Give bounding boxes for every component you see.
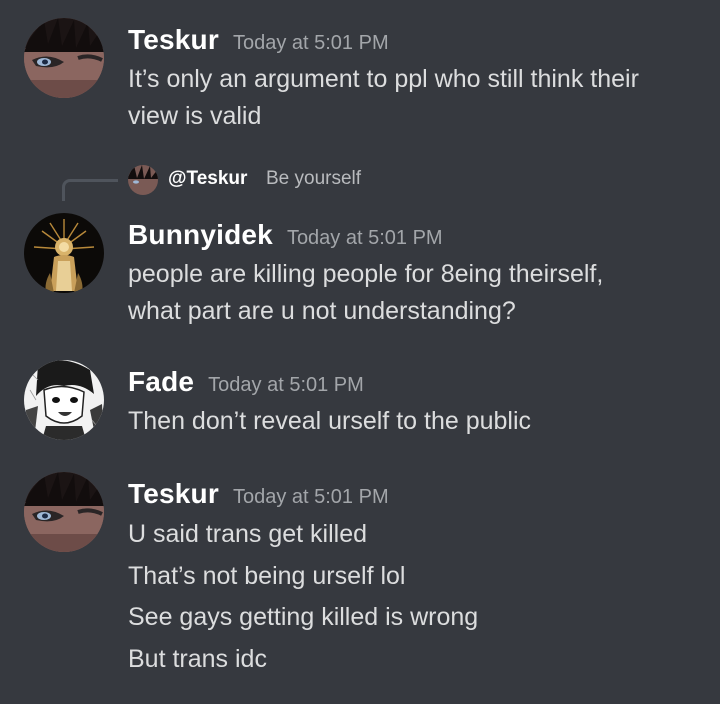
message-header: Teskur Today at 5:01 PM bbox=[128, 24, 389, 56]
reply-preview[interactable]: @Teskur Be yourself bbox=[62, 162, 562, 202]
message-text: U said trans get killed bbox=[128, 520, 368, 548]
message-header: Bunnyidek Today at 5:01 PM bbox=[128, 219, 443, 251]
reply-text: Be yourself bbox=[266, 168, 362, 189]
fade-avatar[interactable] bbox=[24, 360, 104, 440]
chat-message-list: Teskur Today at 5:01 PM It’s only an argu… bbox=[0, 0, 720, 704]
avatar-icon bbox=[24, 360, 104, 440]
message-text: But trans idc bbox=[128, 645, 267, 673]
avatar-icon bbox=[24, 18, 104, 98]
reply-mention[interactable]: @Teskur bbox=[168, 168, 247, 190]
timestamp: Today at 5:01 PM bbox=[286, 227, 443, 249]
message-text: people are killing people for 8eing thei… bbox=[128, 260, 604, 288]
username[interactable]: Fade bbox=[128, 366, 194, 397]
username[interactable]: Bunnyidek bbox=[128, 219, 273, 250]
timestamp: Today at 5:01 PM bbox=[208, 374, 364, 396]
message-text: It’s only an argument to ppl who still t… bbox=[128, 65, 639, 93]
reply-avatar bbox=[128, 165, 158, 195]
message-text: Then don’t reveal urself to the public bbox=[128, 407, 532, 435]
message-text: That’s not being urself lol bbox=[128, 562, 406, 590]
username[interactable]: Teskur bbox=[128, 478, 219, 509]
message-header: Fade Today at 5:01 PM bbox=[128, 366, 364, 398]
timestamp: Today at 5:01 PM bbox=[232, 486, 389, 508]
message-text: what part are u not understanding? bbox=[128, 297, 516, 325]
avatar-icon bbox=[24, 213, 104, 293]
avatar-icon bbox=[24, 472, 104, 552]
timestamp: Today at 5:01 PM bbox=[232, 32, 389, 54]
message-header: Teskur Today at 5:01 PM bbox=[128, 478, 389, 510]
reply-line-icon bbox=[62, 179, 118, 201]
username[interactable]: Teskur bbox=[128, 24, 219, 55]
bunnyidek-avatar[interactable] bbox=[24, 213, 104, 293]
teskur-avatar[interactable] bbox=[24, 18, 104, 98]
teskur-avatar[interactable] bbox=[24, 472, 104, 552]
message-text: See gays getting killed is wrong bbox=[128, 603, 479, 631]
message-text: view is valid bbox=[128, 102, 262, 130]
